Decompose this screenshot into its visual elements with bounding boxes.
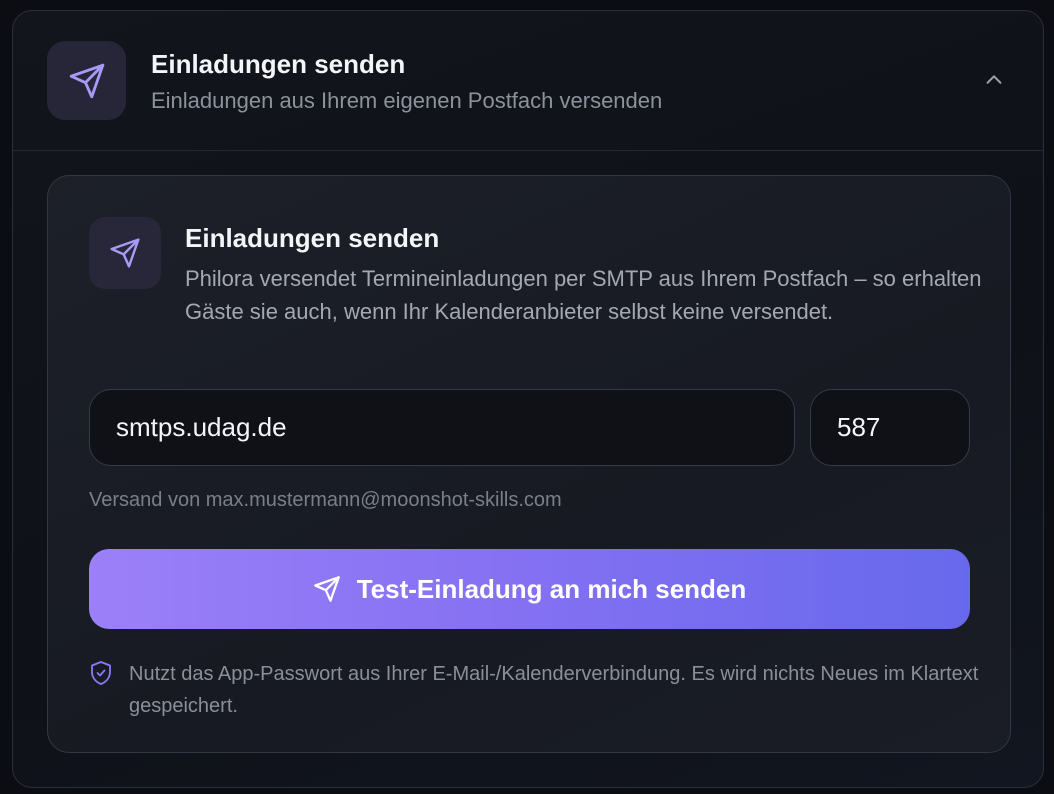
chevron-up-icon	[986, 75, 1002, 84]
panel-title: Einladungen senden	[151, 49, 406, 79]
send-icon	[69, 63, 104, 98]
send-icon	[110, 238, 140, 268]
header-icon-tile	[47, 41, 126, 120]
panel-subtitle: Einladungen aus Ihrem eigenen Postfach v…	[151, 88, 663, 113]
panel-header[interactable]: Einladungen senden Einladungen aus Ihrem…	[13, 11, 1043, 151]
card-icon-tile	[89, 217, 161, 289]
collapse-toggle[interactable]	[983, 69, 1005, 91]
card-description: Philora versendet Termineinladungen per …	[185, 266, 982, 324]
smtp-settings-card: Einladungen senden Philora versendet Ter…	[47, 175, 1011, 753]
smtp-host-input[interactable]	[89, 389, 795, 466]
test-button-label: Test-Einladung an mich senden	[356, 573, 747, 604]
shield-check-icon	[91, 661, 111, 685]
send-icon	[313, 576, 340, 602]
invitations-panel: Einladungen senden Einladungen aus Ihrem…	[12, 10, 1044, 788]
sender-address-note: Versand von max.mustermann@moonshot-skil…	[89, 489, 562, 511]
smtp-port-input[interactable]	[810, 389, 970, 466]
card-title: Einladungen senden	[185, 223, 440, 253]
security-note: Nutzt das App-Passwort aus Ihrer E-Mail-…	[129, 663, 979, 717]
send-test-invitation-button[interactable]: Test-Einladung an mich senden	[89, 549, 970, 629]
